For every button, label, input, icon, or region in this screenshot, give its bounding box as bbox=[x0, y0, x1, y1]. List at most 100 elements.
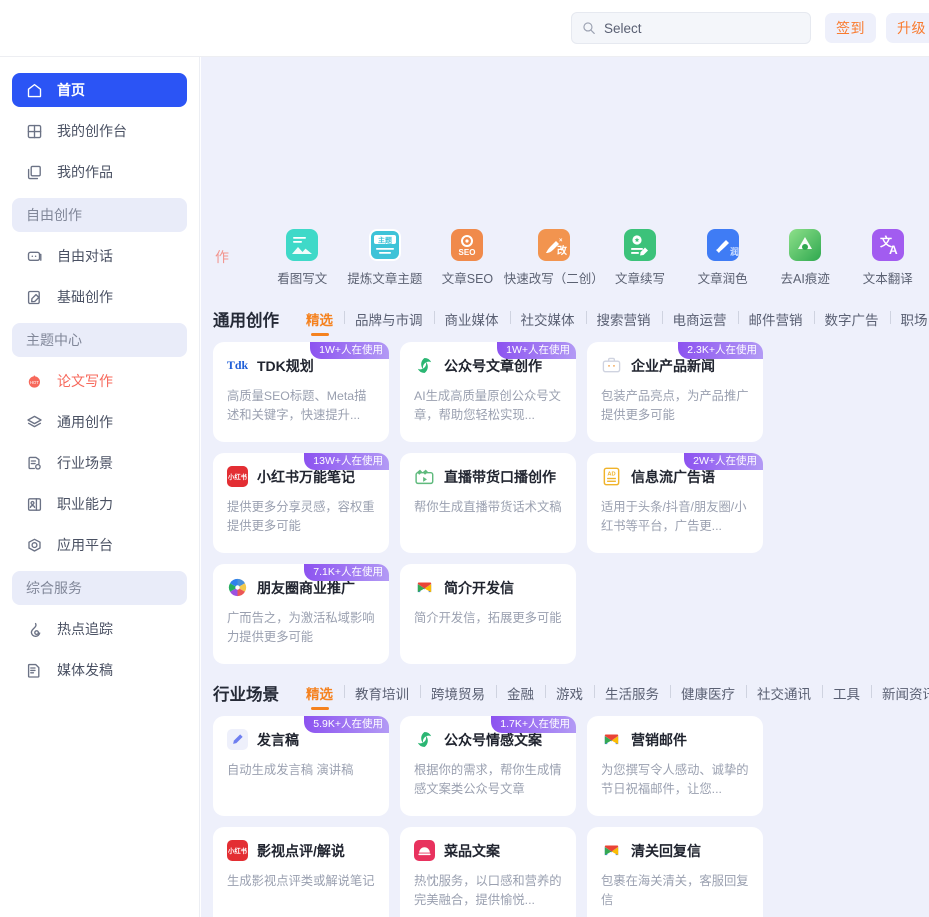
section-tab-5[interactable]: 生活服务 bbox=[594, 683, 670, 703]
svg-text:润: 润 bbox=[730, 246, 739, 257]
doc-search-icon bbox=[28, 456, 41, 470]
sidebar-item-7[interactable]: HOT 论文写作 bbox=[12, 364, 187, 398]
card-description: AI生成高质量原创公众号文章，帮助您轻松实现... bbox=[414, 389, 561, 422]
quick-tool-5[interactable]: 润文章润色 bbox=[681, 229, 764, 287]
sidebar-item-label: 职业能力 bbox=[57, 496, 113, 512]
upgrade-button[interactable]: 升级 bbox=[886, 13, 929, 43]
quick-tool-6[interactable]: 去AI痕迹 bbox=[764, 229, 847, 287]
sidebar-group-3: 自由创作 bbox=[12, 198, 187, 232]
tool-card[interactable]: 小红书 影视点评/解说 生成影视点评类或解说笔记 bbox=[213, 827, 389, 917]
section-tab-4[interactable]: 搜索营销 bbox=[585, 309, 662, 329]
section-tab-3[interactable]: 社交媒体 bbox=[509, 309, 586, 329]
card-header: 清关回复信 bbox=[601, 840, 749, 861]
sidebar-item-2[interactable]: 我的作品 bbox=[12, 155, 187, 189]
sidebar-item-10[interactable]: 职业能力 bbox=[12, 487, 187, 521]
section-tab-4[interactable]: 游戏 bbox=[545, 683, 594, 703]
tool-card[interactable]: 清关回复信包裹在海关清关，客服回复信 bbox=[587, 827, 763, 917]
sidebar-item-8[interactable]: 通用创作 bbox=[12, 405, 187, 439]
tool-card[interactable]: 2.3K+人在使用 企业产品新闻 包装产品亮点，为产品推广提供更多可能 bbox=[587, 342, 763, 442]
pencil-doc-icon bbox=[27, 290, 40, 304]
card-header: 直播带货口播创作 bbox=[414, 466, 562, 487]
tool-card[interactable]: 13W+人在使用 小红书 小红书万能笔记 提供更多分享灵感，容权重提供更多可能 bbox=[213, 453, 389, 553]
tool-card[interactable]: 直播带货口播创作帮你生成直播带货话术文稿 bbox=[400, 453, 576, 553]
sidebar-group-label: 自由创作 bbox=[26, 207, 82, 223]
microphone-icon bbox=[227, 729, 248, 750]
promo-banner[interactable] bbox=[201, 57, 929, 227]
check-in-button[interactable]: 签到 bbox=[825, 13, 876, 43]
section-tab-1[interactable]: 教育培训 bbox=[344, 683, 420, 703]
quick-tool-3[interactable]: × 改快速改写（二创） bbox=[504, 229, 604, 287]
section-tab-3[interactable]: 金融 bbox=[496, 683, 545, 703]
card-description: 自动生成发言稿 演讲稿 bbox=[227, 763, 354, 777]
xiaohongshu-icon: 小红书 bbox=[227, 466, 248, 487]
quick-tool-7[interactable]: 文 A 文本翻译 bbox=[846, 229, 929, 287]
section-tab-7[interactable]: 社交通讯 bbox=[746, 683, 822, 703]
svg-text:小红书: 小红书 bbox=[227, 846, 248, 855]
card-description: 帮你生成直播带货话术文稿 bbox=[414, 500, 562, 514]
sidebar-item-0[interactable]: 首页 bbox=[12, 73, 187, 107]
tool-card[interactable]: 1.7K+人在使用 公众号情感文案 根据你的需求，帮你生成情感文案类公众号文章 bbox=[400, 716, 576, 816]
tool-card[interactable]: 1W+人在使用 公众号文章创作 AI生成高质量原创公众号文章，帮助您轻松实现... bbox=[400, 342, 576, 442]
usage-badge: 2.3K+人在使用 bbox=[678, 342, 763, 359]
section-tab-9[interactable]: 新闻资讯 bbox=[871, 683, 929, 703]
quick-tool-4[interactable]: 文章续写 bbox=[599, 229, 682, 287]
section-tab-8[interactable]: 职场 bbox=[889, 309, 929, 329]
sidebar-item-9[interactable]: 行业场景 bbox=[12, 446, 187, 480]
sidebar-item-label: 媒体发稿 bbox=[57, 662, 113, 678]
quick-tool-1[interactable]: 主题 提炼文章主题 bbox=[344, 229, 427, 287]
quick-tool-label: 文章续写 bbox=[615, 272, 666, 286]
section-tab-5[interactable]: 电商运营 bbox=[661, 309, 738, 329]
wechat-official-icon bbox=[414, 355, 435, 376]
card-header: 营销邮件 bbox=[601, 729, 749, 750]
tool-card[interactable]: 菜品文案 热忱服务，以口感和营养的完美融合，提供愉悦... bbox=[400, 827, 576, 917]
sidebar-item-4[interactable]: 自由对话 bbox=[12, 239, 187, 273]
svg-text:×: × bbox=[559, 238, 563, 244]
sidebar-item-label: 基础创作 bbox=[57, 289, 113, 305]
app-root: Select 签到 升级 首页我的创作台我的作品自由创作自由对话基础创作主题中心… bbox=[0, 0, 929, 917]
sidebar-item-5[interactable]: 基础创作 bbox=[12, 280, 187, 314]
section-tab-6[interactable]: 邮件营销 bbox=[737, 309, 814, 329]
svg-text:A: A bbox=[889, 243, 898, 257]
translate-icon: 文A bbox=[871, 229, 904, 261]
tool-card[interactable]: 5.9K+人在使用 发言稿 自动生成发言稿 演讲稿 bbox=[213, 716, 389, 816]
sidebar-item-14[interactable]: 媒体发稿 bbox=[12, 653, 187, 687]
sidebar-item-13[interactable]: 热点追踪 bbox=[12, 612, 187, 646]
search-input[interactable]: Select bbox=[571, 12, 811, 44]
section-tab-8[interactable]: 工具 bbox=[822, 683, 871, 703]
svg-text:改: 改 bbox=[557, 244, 568, 257]
sidebar-item-11[interactable]: 应用平台 bbox=[12, 528, 187, 562]
sidebar-group-label: 主题中心 bbox=[26, 332, 82, 348]
card-description: 为您撰写令人感动、诚挚的节日祝福邮件，让您... bbox=[601, 763, 749, 796]
workbench-icon bbox=[27, 124, 42, 138]
usage-badge: 7.1K+人在使用 bbox=[304, 564, 389, 581]
section-tab-2[interactable]: 跨境贸易 bbox=[420, 683, 496, 703]
sidebar-item-1[interactable]: 我的创作台 bbox=[12, 114, 187, 148]
tool-card[interactable]: 营销邮件为您撰写令人感动、诚挚的节日祝福邮件，让您... bbox=[587, 716, 763, 816]
apps-icon bbox=[28, 538, 41, 552]
quick-tool-0[interactable]: 看图写文 bbox=[261, 229, 344, 287]
section-tab-1[interactable]: 品牌与市调 bbox=[344, 309, 434, 329]
sidebar-item-label: 热点追踪 bbox=[57, 621, 113, 637]
tool-card[interactable]: 简介开发信 简介开发信，拓展更多可能 bbox=[400, 564, 576, 664]
quick-tool-2[interactable]: SEO 文章SEO bbox=[426, 229, 509, 287]
ad-doc-icon: AD bbox=[601, 466, 622, 487]
section-tab-0[interactable]: 精选 bbox=[295, 683, 344, 703]
usage-badge: 13W+人在使用 bbox=[304, 453, 389, 470]
section-tab-2[interactable]: 商业媒体 bbox=[433, 309, 510, 329]
section-tab-6[interactable]: 健康医疗 bbox=[670, 683, 746, 703]
tool-card[interactable]: 1W+人在使用 Tdk TDK规划 高质量SEO标题、Meta描述和关键字，快速提升.… bbox=[213, 342, 389, 442]
card-description: 高质量SEO标题、Meta描述和关键字，快速提升... bbox=[227, 389, 367, 422]
usage-badge: 1.7K+人在使用 bbox=[491, 716, 576, 733]
tool-card[interactable]: 2W+人在使用 AD 信息流广告语 适用于头条/抖音/朋友圈/小红书等平台，广告更..… bbox=[587, 453, 763, 553]
press-release-icon bbox=[27, 663, 40, 678]
section-tab-0[interactable]: 精选 bbox=[295, 309, 344, 329]
card-description: 生成影视点评类或解说笔记 bbox=[227, 874, 375, 888]
sidebar-group-12: 综合服务 bbox=[12, 571, 187, 605]
sidebar-item-label: 行业场景 bbox=[57, 455, 113, 471]
card-description: 包裹在海关清关，客服回复信 bbox=[601, 874, 749, 907]
sidebar-item-label: 应用平台 bbox=[57, 537, 113, 553]
section-tab-7[interactable]: 数字广告 bbox=[813, 309, 890, 329]
sidebar-group-6: 主题中心 bbox=[12, 323, 187, 357]
quick-tool-label: 看图写文 bbox=[277, 272, 328, 286]
tool-card[interactable]: 7.1K+人在使用 朋友圈商业推广 广而告之，为激活私域影响力提供更多可能 bbox=[213, 564, 389, 664]
